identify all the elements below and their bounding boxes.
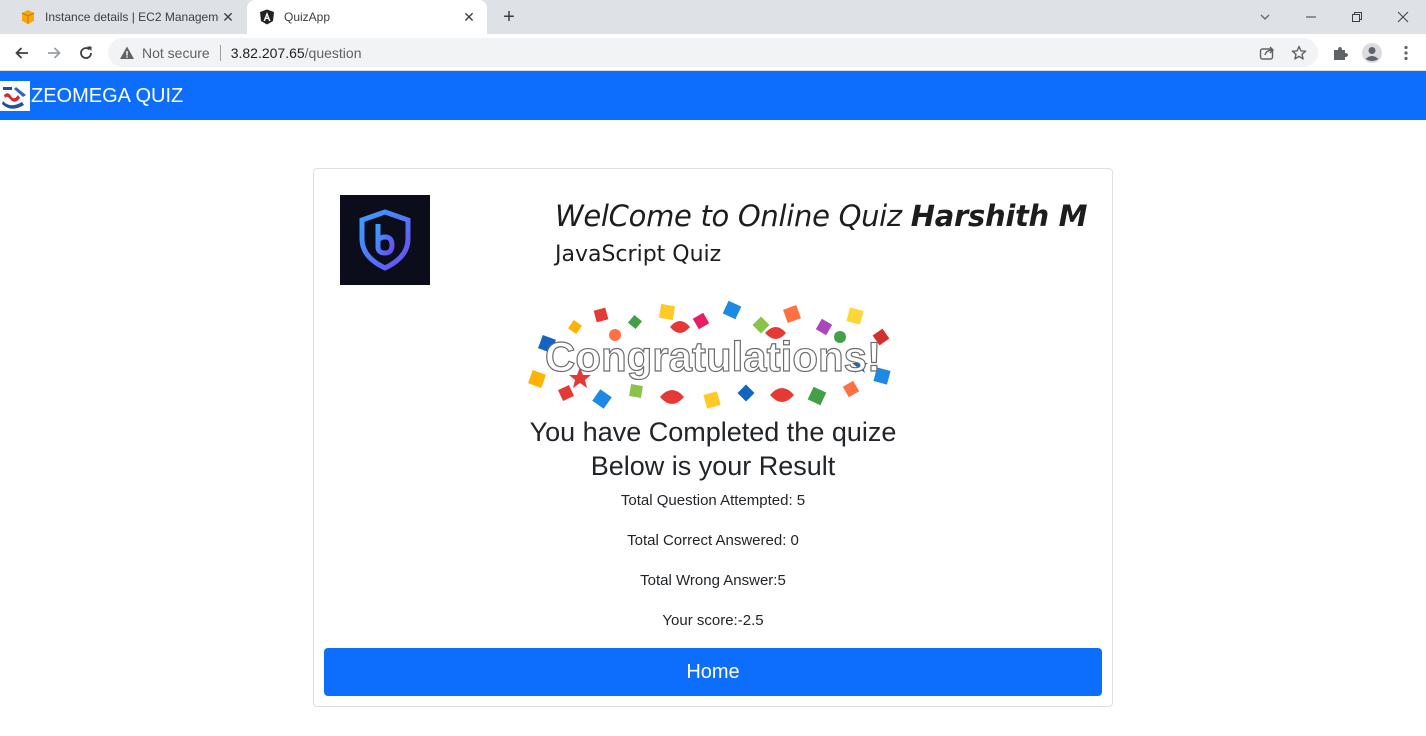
kebab-menu-icon[interactable] bbox=[1392, 39, 1420, 67]
banner-text: Congratulations! bbox=[545, 333, 881, 380]
close-icon[interactable]: ✕ bbox=[220, 9, 236, 25]
welcome-heading: WelCome to Online Quiz Harshith M bbox=[555, 197, 1088, 235]
result-heading: Below is your Result bbox=[590, 451, 836, 481]
extensions-puzzle-icon[interactable] bbox=[1326, 39, 1354, 67]
bookmark-star-icon[interactable] bbox=[1290, 44, 1308, 62]
divider bbox=[219, 44, 221, 61]
tab-title: QuizApp bbox=[284, 10, 331, 24]
stat-wrong: Total Wrong Answer:5 bbox=[640, 572, 786, 589]
restore-icon[interactable] bbox=[1334, 0, 1380, 34]
forward-arrow-icon[interactable] bbox=[40, 39, 68, 67]
browser-tab-quizapp[interactable]: QuizApp ✕ bbox=[247, 0, 487, 34]
security-label[interactable]: Not secure bbox=[142, 45, 210, 61]
congratulations-banner: Congratulations! bbox=[520, 297, 906, 415]
home-button[interactable]: Home bbox=[324, 648, 1102, 696]
url-path: /question bbox=[304, 44, 362, 61]
new-tab-button[interactable]: + bbox=[498, 7, 520, 29]
tab-search-icon[interactable] bbox=[1242, 0, 1288, 34]
browser-toolbar: Not secure 3.82.207.65/question bbox=[0, 34, 1426, 71]
result-card: WelCome to Online Quiz Harshith M JavaSc… bbox=[313, 168, 1113, 707]
url-host: 3.82.207.65 bbox=[230, 44, 305, 61]
minimize-icon[interactable] bbox=[1288, 0, 1334, 34]
tab-title: Instance details | EC2 Management Consol… bbox=[45, 10, 219, 24]
angular-icon bbox=[259, 9, 275, 25]
user-name: Harshith M bbox=[910, 199, 1088, 233]
stat-score: Your score:-2.5 bbox=[662, 612, 764, 629]
profile-avatar-icon[interactable] bbox=[1358, 39, 1386, 67]
completed-heading: You have Completed the quize bbox=[529, 417, 897, 447]
stat-correct: Total Correct Answered: 0 bbox=[627, 532, 799, 549]
browser-tab-strip: Instance details | EC2 Management Consol… bbox=[0, 0, 1426, 34]
brand-logo-icon[interactable] bbox=[0, 81, 30, 111]
navbar-brand[interactable]: ZEOMEGA QUIZ bbox=[31, 84, 183, 108]
close-window-icon[interactable] bbox=[1380, 0, 1426, 34]
share-icon[interactable] bbox=[1258, 44, 1276, 62]
welcome-text: WelCome to Online Quiz bbox=[555, 199, 911, 233]
quiz-subject: JavaScript Quiz bbox=[555, 242, 722, 267]
stat-attempted: Total Question Attempted: 5 bbox=[620, 492, 806, 509]
browser-tab-ec2[interactable]: Instance details | EC2 Management Consol… bbox=[8, 0, 246, 34]
back-arrow-icon[interactable] bbox=[8, 39, 36, 67]
reload-icon[interactable] bbox=[72, 39, 100, 67]
app-navbar: ZEOMEGA QUIZ bbox=[0, 71, 1426, 120]
address-bar[interactable]: Not secure 3.82.207.65/question bbox=[108, 38, 1318, 67]
aws-box-icon bbox=[20, 9, 36, 25]
close-icon[interactable]: ✕ bbox=[461, 9, 477, 25]
quiz-shield-logo-icon bbox=[340, 195, 430, 285]
warning-icon[interactable] bbox=[119, 45, 135, 61]
